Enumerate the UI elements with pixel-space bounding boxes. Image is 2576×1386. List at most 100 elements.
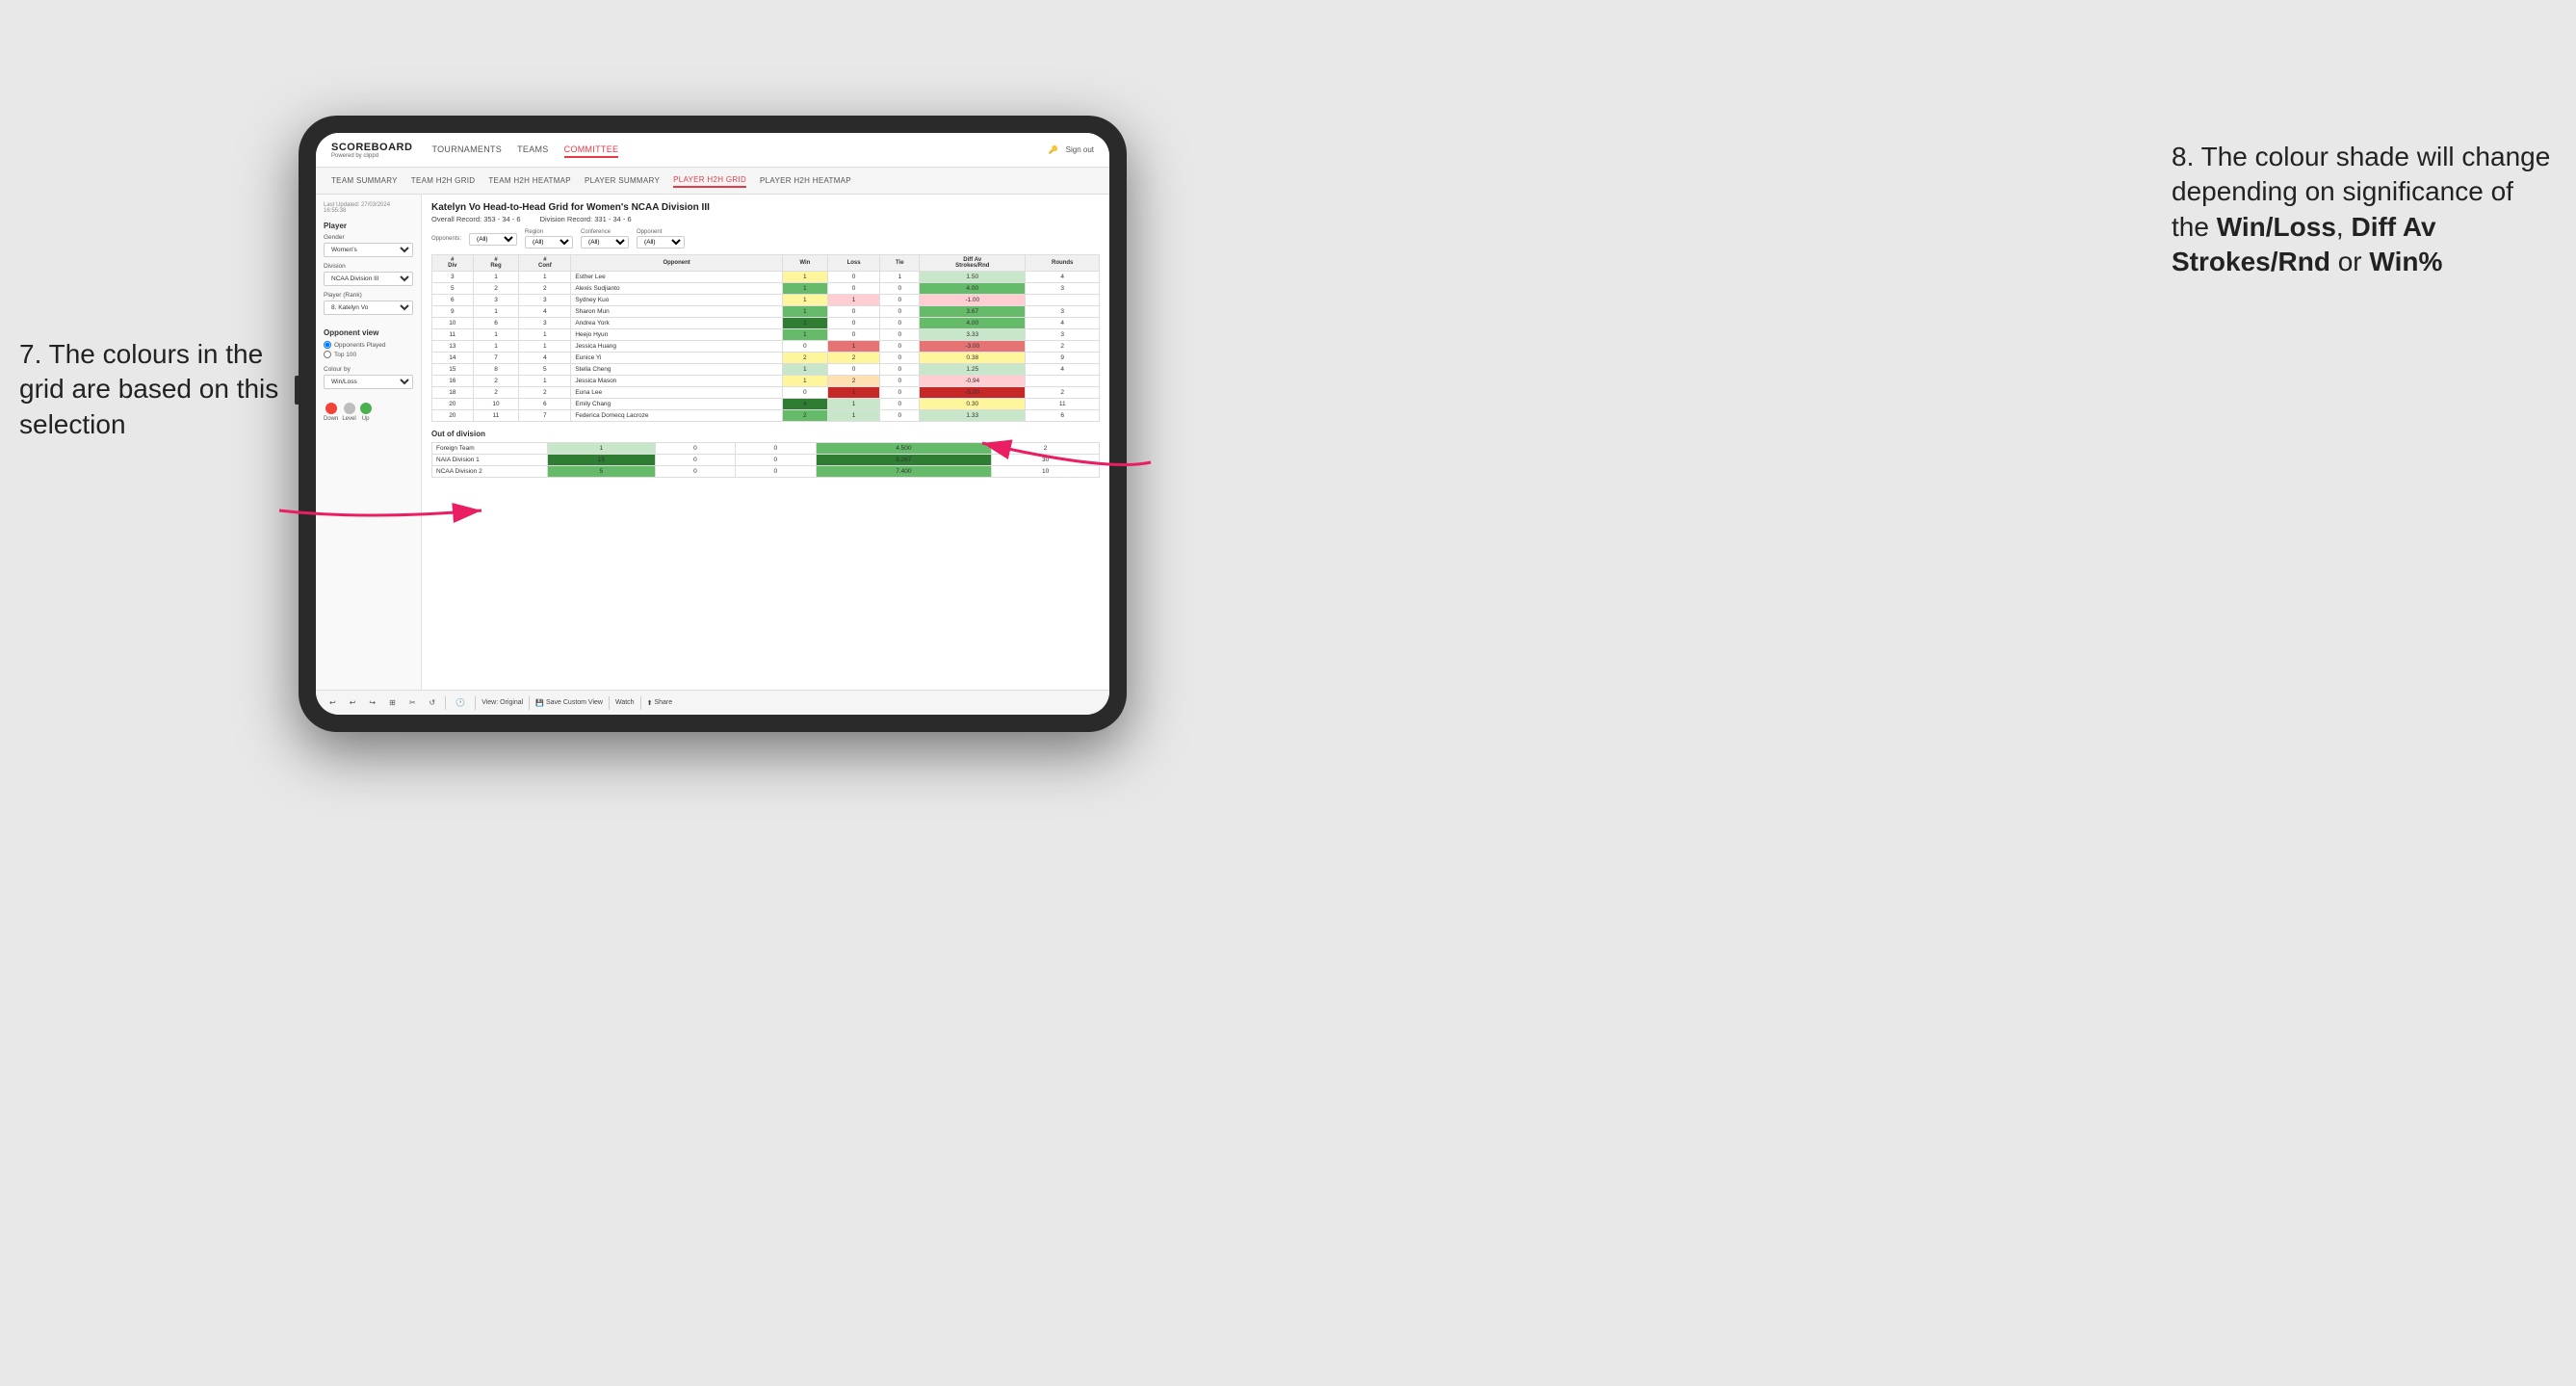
logo-subtitle: Powered by clippd <box>331 153 412 159</box>
colour-by-label: Colour by <box>324 366 413 373</box>
table-row: 16 2 1 Jessica Mason 1 2 0 -0.94 <box>432 376 1100 387</box>
division-select[interactable]: NCAA Division III <box>324 272 413 286</box>
table-row: 20 11 7 Federica Domecq Lacroze 2 1 0 1.… <box>432 410 1100 422</box>
scoreboard-logo: SCOREBOARD Powered by clippd <box>331 142 412 159</box>
left-annotation: 7. The colours in the grid are based on … <box>19 337 279 442</box>
refresh-button[interactable]: ↺ <box>426 696 440 709</box>
subnav-player-summary[interactable]: PLAYER SUMMARY <box>585 174 660 187</box>
col-win: Win <box>782 255 827 272</box>
toolbar-divider-1 <box>445 696 446 710</box>
nav-committee[interactable]: COMMITTEE <box>564 143 619 158</box>
table-row: 10 6 3 Andrea York 2 0 0 4.00 4 <box>432 318 1100 329</box>
redo-button[interactable]: ↪ <box>365 696 379 709</box>
table-row: 13 1 1 Jessica Huang 0 1 0 -3.00 2 <box>432 341 1100 353</box>
toolbar-divider-2 <box>475 696 476 710</box>
opponent-filter-group: Opponent (All) <box>637 229 685 248</box>
player-rank-select[interactable]: 8. Katelyn Vo <box>324 301 413 315</box>
out-of-division-table: Foreign Team 1 0 0 4.500 2 NAIA Division… <box>431 442 1100 478</box>
logo-title: SCOREBOARD <box>331 142 412 153</box>
legend-up-dot <box>360 403 372 414</box>
table-row: NAIA Division 1 15 0 0 9.267 30 <box>432 455 1100 466</box>
gender-select[interactable]: Women's <box>324 243 413 257</box>
colour-by-section: Colour by Win/Loss <box>324 366 413 395</box>
conference-filter-group: Conference (All) <box>581 229 629 248</box>
legend-level: Level <box>342 403 355 422</box>
top100-radio[interactable] <box>324 351 331 358</box>
region-filter-group: Region (All) <box>525 229 573 248</box>
nav-tournaments[interactable]: TOURNAMENTS <box>431 143 502 158</box>
table-row: 5 2 2 Alexis Sudjianto 1 0 0 4.00 3 <box>432 283 1100 295</box>
overall-record: Overall Record: 353 - 34 - 6 <box>431 215 521 223</box>
table-row: 11 1 1 Heejo Hyun 1 0 0 3.33 3 <box>432 329 1100 341</box>
sub-nav: TEAM SUMMARY TEAM H2H GRID TEAM H2H HEAT… <box>316 168 1109 195</box>
conference-filter-select[interactable]: (All) <box>581 236 629 248</box>
nav-teams[interactable]: TEAMS <box>517 143 549 158</box>
subnav-player-h2h-heatmap[interactable]: PLAYER H2H HEATMAP <box>760 174 851 187</box>
region-filter-select[interactable]: (All) <box>525 236 573 248</box>
player-section-title: Player <box>324 222 413 230</box>
grid-records: Overall Record: 353 - 34 - 6 Division Re… <box>431 215 1100 223</box>
subnav-player-h2h-grid[interactable]: PLAYER H2H GRID <box>673 173 746 188</box>
col-reg: #Reg <box>473 255 519 272</box>
toolbar-divider-5 <box>640 696 641 710</box>
table-row: 15 8 5 Stella Cheng 1 0 0 1.25 4 <box>432 364 1100 376</box>
col-opponent: Opponent <box>571 255 783 272</box>
table-row: 9 1 4 Sharon Mun 1 0 0 3.67 3 <box>432 306 1100 318</box>
bottom-toolbar: ↩ ↩ ↪ ⊞ ✂ ↺ 🕐 View: Original 💾 Save Cust… <box>316 690 1109 715</box>
filter-row: Opponents: (All) Region (All) Conference… <box>431 229 1100 248</box>
opponent-view-title: Opponent view <box>324 328 413 337</box>
top100-option[interactable]: Top 100 <box>324 351 413 358</box>
opponents-filter-select[interactable]: (All) <box>469 233 517 246</box>
undo-button[interactable]: ↩ <box>325 696 340 709</box>
sign-in-icon: 🔑 <box>1049 145 1058 154</box>
scissor-button[interactable]: ✂ <box>405 696 420 709</box>
table-row: NCAA Division 2 5 0 0 7.400 10 <box>432 466 1100 478</box>
clock-button[interactable]: 🕐 <box>452 696 469 709</box>
opponent-filter-select[interactable]: (All) <box>637 236 685 248</box>
view-original-button[interactable]: View: Original <box>481 699 523 706</box>
last-updated: Last Updated: 27/03/2024 16:55:38 <box>324 202 413 214</box>
tablet-screen: SCOREBOARD Powered by clippd TOURNAMENTS… <box>316 133 1109 715</box>
table-row: Foreign Team 1 0 0 4.500 2 <box>432 443 1100 455</box>
subnav-team-summary[interactable]: TEAM SUMMARY <box>331 174 398 187</box>
division-label: Division <box>324 263 413 270</box>
table-row: 3 1 1 Esther Lee 1 0 1 1.50 4 <box>432 272 1100 283</box>
subnav-team-h2h-heatmap[interactable]: TEAM H2H HEATMAP <box>488 174 571 187</box>
watch-button[interactable]: Watch <box>615 699 635 706</box>
opponents-played-option[interactable]: Opponents Played <box>324 341 413 349</box>
crop-button[interactable]: ⊞ <box>385 696 400 709</box>
sidebar: Last Updated: 27/03/2024 16:55:38 Player… <box>316 195 422 690</box>
legend-up: Up <box>360 403 372 422</box>
main-nav: TOURNAMENTS TEAMS COMMITTEE <box>431 143 1048 158</box>
save-icon: 💾 <box>535 699 544 707</box>
out-of-division-header: Out of division <box>431 430 1100 438</box>
undo2-button[interactable]: ↩ <box>346 696 360 709</box>
share-icon: ⬆ <box>647 699 653 707</box>
col-rounds: Rounds <box>1026 255 1100 272</box>
opponents-played-radio[interactable] <box>324 341 331 349</box>
legend-down: Down <box>324 403 338 422</box>
legend: Down Level Up <box>324 403 413 422</box>
legend-level-dot <box>344 403 355 414</box>
subnav-team-h2h-grid[interactable]: TEAM H2H GRID <box>411 174 476 187</box>
tablet-frame: SCOREBOARD Powered by clippd TOURNAMENTS… <box>299 116 1127 732</box>
legend-down-dot <box>325 403 337 414</box>
app-header: SCOREBOARD Powered by clippd TOURNAMENTS… <box>316 133 1109 168</box>
save-custom-button[interactable]: 💾 Save Custom View <box>535 699 603 707</box>
header-right: 🔑 Sign out <box>1049 145 1094 154</box>
table-row: 6 3 3 Sydney Kuo 1 1 0 -1.00 <box>432 295 1100 306</box>
col-diff: Diff AvStrokes/Rnd <box>920 255 1026 272</box>
player-rank-label: Player (Rank) <box>324 292 413 299</box>
gender-label: Gender <box>324 234 413 241</box>
toolbar-divider-4 <box>609 696 610 710</box>
colour-by-select[interactable]: Win/Loss <box>324 375 413 389</box>
right-annotation: 8. The colour shade will change dependin… <box>2172 140 2557 280</box>
sign-out-link[interactable]: Sign out <box>1066 145 1094 154</box>
table-row: 20 10 6 Emily Chang 4 1 0 0.30 11 <box>432 399 1100 410</box>
share-button[interactable]: ⬆ Share <box>647 699 673 707</box>
table-row: 18 2 2 Euna Lee 0 1 0 -5.00 2 <box>432 387 1100 399</box>
col-tie: Tie <box>880 255 920 272</box>
h2h-grid-table: #Div #Reg #Conf Opponent Win Loss Tie Di… <box>431 254 1100 422</box>
table-row: 14 7 4 Eunice Yi 2 2 0 0.38 9 <box>432 353 1100 364</box>
col-loss: Loss <box>827 255 880 272</box>
